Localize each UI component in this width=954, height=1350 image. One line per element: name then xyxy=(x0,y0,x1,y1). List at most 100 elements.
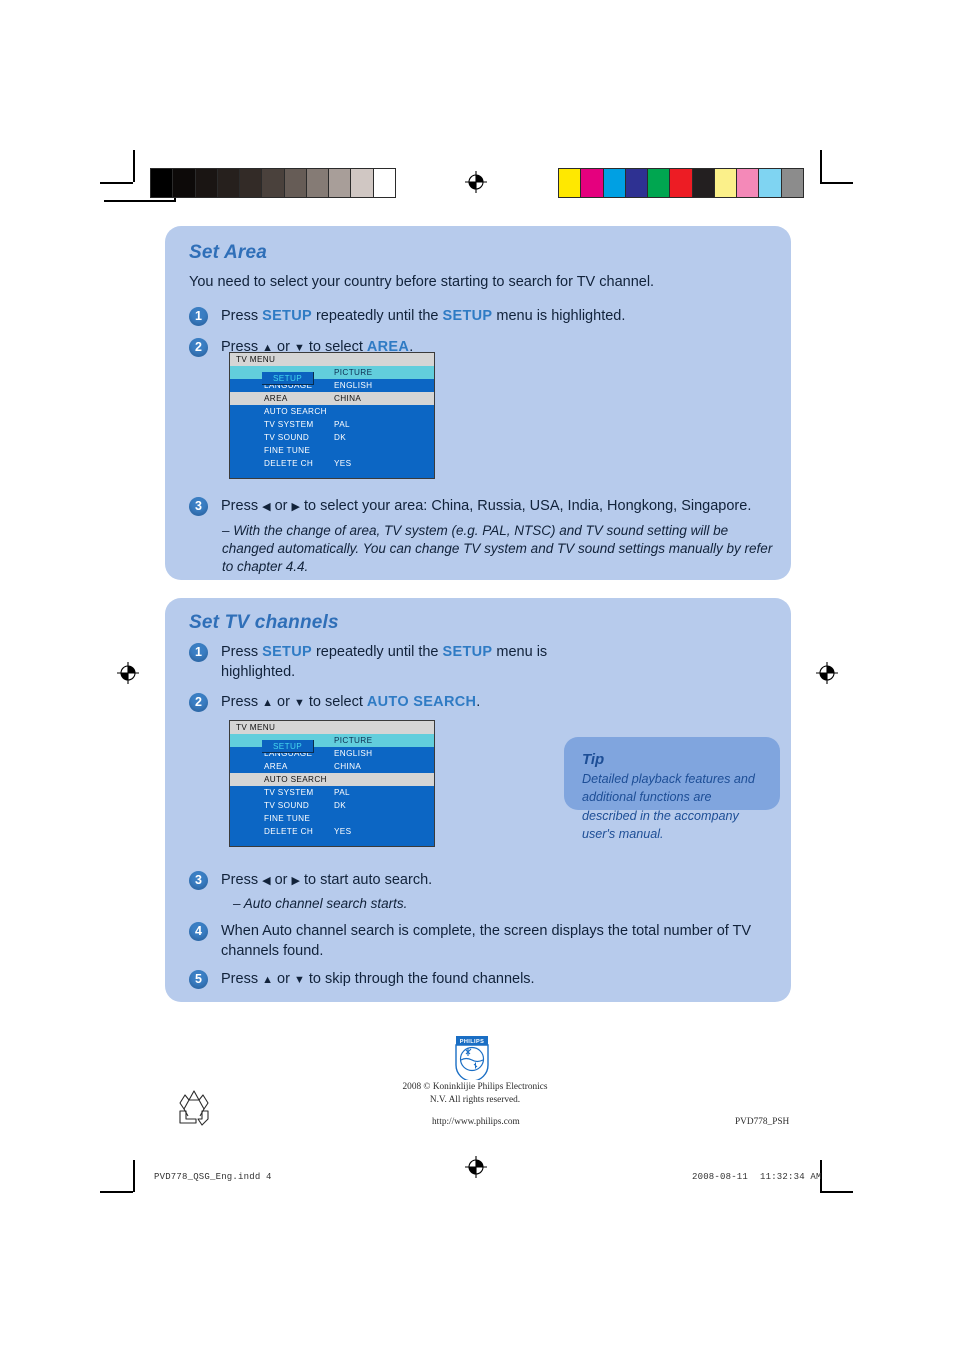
grayscale-swatch xyxy=(240,169,263,197)
step-badge: 5 xyxy=(189,970,208,989)
text-run: or xyxy=(270,872,292,888)
process-color-swatch xyxy=(781,169,803,197)
tv-menu-setup-tab[interactable]: SETUP xyxy=(262,371,314,385)
crop-mark-top-left-inner-h xyxy=(104,200,175,202)
direction-arrow-icon: ▶ xyxy=(291,501,300,513)
tv-menu-row-label: AUTO SEARCH xyxy=(264,407,327,416)
tv-menu-row-label: TV SOUND xyxy=(264,801,310,810)
keyword: SETUP xyxy=(262,644,312,660)
step-badge: 2 xyxy=(189,338,208,357)
tv-menu-row[interactable]: TV SYSTEM PAL xyxy=(230,418,434,431)
text-run: to skip through the found channels. xyxy=(304,971,535,987)
tv-menu-row-value: DK xyxy=(334,433,347,442)
step-item: 1 Press SETUP repeatedly until the SETUP… xyxy=(189,306,769,326)
tv-menu-row-label: TV SYSTEM xyxy=(264,788,314,797)
crop-mark-bottom-left-h xyxy=(100,1191,133,1193)
tip-title: Tip xyxy=(582,751,605,768)
tv-menu-row-value: PAL xyxy=(334,420,350,429)
registration-mark-right xyxy=(816,662,838,684)
grayscale-swatch xyxy=(373,169,395,197)
tv-menu-row-label: DELETE CH xyxy=(264,827,314,836)
model-code: PVD778_PSH xyxy=(735,1117,790,1127)
philips-website-link[interactable]: http://www.philips.com xyxy=(432,1117,520,1127)
registration-mark-left xyxy=(117,662,139,684)
tip-body: Detailed playback features and additiona… xyxy=(582,772,755,841)
recycle-icon xyxy=(179,1090,209,1126)
section-panel-set-tv-channels: Set TV channels 1 Press SETUP repeatedly… xyxy=(165,598,791,1002)
grayscale-swatch xyxy=(173,169,196,197)
process-color-swatch xyxy=(559,169,582,197)
tv-menu-screen-auto-search-highlighted: TV MENU SETUP PICTURE LANGUAGE ENGLISH AREA CH… xyxy=(229,720,435,847)
text-run: to start auto search. xyxy=(299,872,433,888)
tv-menu-row-label: TV SOUND xyxy=(264,433,310,442)
tv-menu-row[interactable]: AREA CHINA xyxy=(230,392,434,405)
tv-menu-row[interactable]: SETUP PICTURE xyxy=(230,366,434,385)
direction-arrow-icon: ▲ xyxy=(262,974,273,986)
grayscale-swatch xyxy=(284,169,307,197)
text-run: Press xyxy=(221,644,263,660)
text-run: to select your area: China, Russia, USA,… xyxy=(299,498,752,514)
crop-mark-top-right-h xyxy=(820,182,853,184)
tv-menu-row-value: ENGLISH xyxy=(334,381,373,390)
tv-menu-header: TV MENU xyxy=(230,353,434,366)
tv-menu-row-label: DELETE CH xyxy=(264,459,314,468)
keyword: SETUP xyxy=(442,644,493,660)
tv-menu-row[interactable]: FINE TUNE xyxy=(230,812,434,825)
text-run: repeatedly until the xyxy=(311,644,443,660)
page-canvas: Set Area You need to select your country… xyxy=(0,0,954,1350)
step-item: 2 Press ▲ or ▼ to select AUTO SEARCH. xyxy=(189,692,609,712)
page-title-set-tv-channels: Set TV channels xyxy=(189,612,339,633)
step-item: 1 Press SETUP repeatedly until the SETUP… xyxy=(189,642,569,682)
tv-menu-row[interactable]: SETUP PICTURE xyxy=(230,734,434,753)
tv-menu-row[interactable]: AUTO SEARCH xyxy=(230,405,434,418)
crop-mark-bottom-left-v xyxy=(133,1160,135,1192)
step-badge: 1 xyxy=(189,643,208,662)
text-run: Press xyxy=(221,498,263,514)
step-item: 4 When Auto channel search is complete, … xyxy=(189,921,779,961)
step-text: Press SETUP repeatedly until the SETUP m… xyxy=(221,642,569,682)
tv-menu-screen-area-highlighted: TV MENU SETUP PICTURE LANGUAGE ENGLISH AREA CH… xyxy=(229,352,435,479)
tv-menu-row[interactable]: AREA CHINA xyxy=(230,760,434,773)
tv-menu-row-label: FINE TUNE xyxy=(264,814,311,823)
tv-menu-row[interactable]: TV SYSTEM PAL xyxy=(230,786,434,799)
crop-mark-top-left-h xyxy=(100,182,133,184)
tip-box: Tip Detailed playback features and addit… xyxy=(564,737,780,841)
tv-menu-row[interactable]: AUTO SEARCH xyxy=(230,773,434,786)
tv-menu-row[interactable]: TV SOUND DK xyxy=(230,431,434,444)
copyright-line-1: 2008 © Koninklijie Philips Electronics xyxy=(402,1082,548,1092)
text-run: or xyxy=(270,498,292,514)
grayscale-swatch xyxy=(351,169,374,197)
process-color-swatch xyxy=(625,169,649,197)
tv-menu-row[interactable]: LANGUAGE ENGLISH xyxy=(230,379,434,392)
tv-menu-row-label: AUTO SEARCH xyxy=(264,775,327,784)
tv-menu-row[interactable]: LANGUAGE ENGLISH xyxy=(230,747,434,760)
process-color-swatch xyxy=(603,169,626,197)
tv-menu-row[interactable]: DELETE CH YES xyxy=(230,457,434,470)
step-badge: 4 xyxy=(189,922,208,941)
tv-menu-row[interactable]: DELETE CH YES xyxy=(230,825,434,838)
intro-text-set-area: You need to select your country before s… xyxy=(189,274,655,290)
step-badge: 3 xyxy=(189,871,208,890)
direction-arrow-icon: ▼ xyxy=(293,697,305,709)
print-time: 11:32:34 AM xyxy=(760,1172,822,1182)
tv-menu-row-label: AREA xyxy=(264,762,288,771)
print-date: 2008-08-11 xyxy=(692,1172,749,1182)
direction-arrow-icon: ▲ xyxy=(262,697,273,709)
text-run: repeatedly until the xyxy=(311,308,443,324)
step-badge: 3 xyxy=(189,497,208,516)
tv-menu-row[interactable]: TV SOUND DK xyxy=(230,799,434,812)
tv-menu-header: TV MENU xyxy=(230,721,434,734)
tv-menu-row[interactable]: FINE TUNE xyxy=(230,444,434,457)
section-panel-set-area: Set Area You need to select your country… xyxy=(165,226,791,580)
step-text: When Auto channel search is complete, th… xyxy=(221,921,779,961)
tv-menu-setup-tab[interactable]: SETUP xyxy=(262,739,314,753)
process-color-swatch xyxy=(648,169,671,197)
tv-menu-row-value: ENGLISH xyxy=(334,749,373,758)
keyword: SETUP xyxy=(262,308,312,324)
grayscale-swatch xyxy=(329,169,352,197)
registration-mark-bottom xyxy=(465,1156,487,1178)
grayscale-swatch xyxy=(217,169,241,197)
process-color-swatch xyxy=(759,169,782,197)
crop-mark-top-right-v xyxy=(820,150,822,182)
text-run: When Auto channel search is complete, th… xyxy=(221,923,752,959)
